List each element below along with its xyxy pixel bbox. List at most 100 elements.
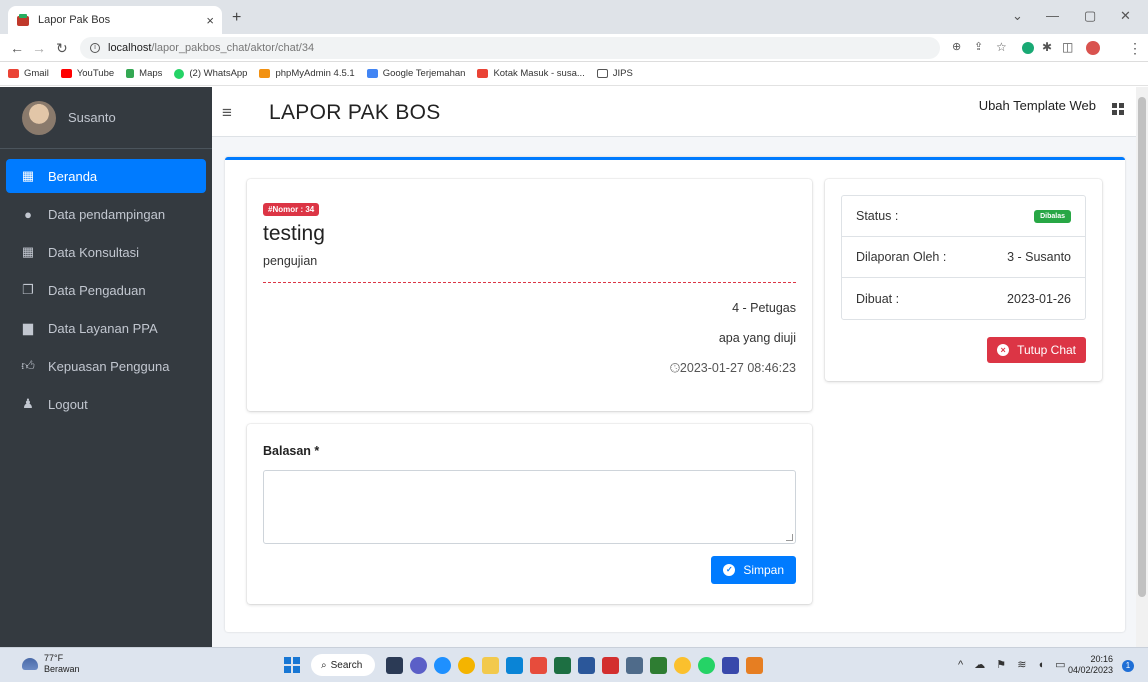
app-icon[interactable]	[674, 657, 691, 674]
puzzle-icon[interactable]: ✱	[1042, 40, 1052, 54]
tab-search-icon[interactable]: ⌄	[1012, 8, 1023, 24]
sidebar-item-label: Beranda	[48, 168, 98, 184]
profile-avatar-icon[interactable]	[1086, 41, 1100, 55]
whatsapp-icon[interactable]	[698, 657, 715, 674]
bookmark-label: (2) WhatsApp	[189, 68, 248, 79]
table-icon: ▦	[21, 168, 35, 183]
bookmark-label: Google Terjemahan	[382, 68, 466, 79]
bookmark-label: YouTube	[76, 68, 115, 79]
reply-author: 4 - Petugas	[732, 301, 796, 315]
youtube-icon	[60, 69, 72, 78]
side-panel-icon[interactable]: ◫	[1062, 40, 1073, 54]
menu-dots-icon[interactable]: ⋮	[1128, 40, 1142, 57]
new-tab-button[interactable]: +	[232, 9, 241, 27]
task-view-icon[interactable]	[386, 657, 403, 674]
reporter-value: 3 - Susanto	[1007, 250, 1071, 264]
taskbar-search[interactable]: ⌕ Search	[311, 654, 375, 676]
hamburger-menu-icon[interactable]: ≡	[222, 103, 232, 123]
excel-icon[interactable]	[554, 657, 571, 674]
created-value: 2023-01-26	[1007, 291, 1071, 306]
bookmark-star-icon[interactable]: ☆	[996, 40, 1007, 54]
check-circle-icon: ✓	[723, 564, 736, 576]
content-area: #Nomor : 34 testing pengujian 4 - Petuga…	[212, 137, 1136, 647]
bookmark-whatsapp[interactable]: (2) WhatsApp	[174, 68, 247, 79]
restore-icon[interactable]: ▢	[1084, 8, 1096, 24]
edge-icon[interactable]	[434, 657, 451, 674]
minimize-icon[interactable]: —	[1046, 8, 1059, 23]
info-list: Status : Dibalas Dilaporan Oleh : 3 - Su…	[841, 195, 1086, 320]
avatar	[22, 100, 56, 135]
bookmark-kotak-masuk[interactable]: Kotak Masuk - susa...	[477, 68, 585, 79]
copy-icon: ❐	[22, 282, 34, 297]
info-card: Status : Dibalas Dilaporan Oleh : 3 - Su…	[825, 179, 1102, 381]
close-window-icon[interactable]: ✕	[1120, 8, 1131, 24]
app-icon[interactable]	[530, 657, 547, 674]
extension-icon[interactable]	[1022, 42, 1034, 54]
maps-icon	[126, 69, 135, 78]
user-panel[interactable]: Susanto	[0, 87, 212, 149]
save-button[interactable]: ✓ Simpan	[711, 556, 796, 584]
sidebar-item-kepuasan-pengguna[interactable]: 👍︎ Kepuasan Pengguna	[6, 349, 206, 383]
zoom-icon[interactable]: ⊕	[952, 40, 961, 53]
circle-icon: ●	[24, 206, 32, 222]
status-badge: Dibalas	[1034, 209, 1071, 223]
browser-tab[interactable]: Lapor Pak Bos ×	[8, 6, 222, 34]
bookmark-maps[interactable]: Maps	[126, 68, 162, 79]
sidebar-item-logout[interactable]: ♟ Logout	[6, 387, 206, 421]
page-title: LAPOR PAK BOS	[269, 101, 441, 124]
phpmyadmin-icon	[259, 69, 271, 78]
sidebar-item-data-pendampingan[interactable]: ● Data pendampingan	[6, 197, 206, 231]
bookmark-phpmyadmin[interactable]: phpMyAdmin 4.5.1	[259, 68, 355, 79]
sidebar-item-beranda[interactable]: ▦ Beranda	[6, 159, 206, 193]
person-icon: ♟	[22, 396, 34, 411]
sidebar-item-label: Logout	[48, 396, 88, 412]
system-tray[interactable]: ^ ☁ ⚑ ≋ ◖ ▭	[958, 658, 1070, 671]
reply-time-text: 2023-01-27 08:46:23	[679, 361, 796, 375]
reporter-label: Dilaporan Oleh :	[856, 250, 947, 264]
sidebar-item-label: Kepuasan Pengguna	[48, 358, 170, 374]
save-button-label: Simpan	[743, 563, 784, 577]
sidebar-item-data-layanan-ppa[interactable]: ▆ Data Layanan PPA	[6, 311, 206, 345]
reply-textarea[interactable]	[263, 470, 796, 544]
grid-icon[interactable]	[1112, 103, 1124, 115]
acrobat-icon[interactable]	[602, 657, 619, 674]
chrome-icon[interactable]	[458, 657, 475, 674]
reply-text: apa yang diuji	[718, 331, 796, 345]
bookmark-youtube[interactable]: YouTube	[60, 68, 115, 79]
thumbs-up-icon: 👍︎	[21, 358, 35, 373]
xampp-icon[interactable]	[746, 657, 763, 674]
bookmark-jips[interactable]: JIPS	[596, 68, 633, 79]
sidebar-item-data-pengaduan[interactable]: ❐ Data Pengaduan	[6, 273, 206, 307]
close-chat-button[interactable]: × Tutup Chat	[987, 337, 1086, 363]
page-scrollbar[interactable]	[1136, 87, 1148, 647]
bookmark-label: Maps	[139, 68, 163, 79]
clock[interactable]: 20:16 04/02/2023	[1068, 654, 1113, 676]
reload-icon[interactable]: ↻	[56, 40, 68, 57]
url-bar[interactable]: i localhost/lapor_pakbos_chat/aktor/chat…	[80, 37, 940, 59]
app-icon[interactable]	[722, 657, 739, 674]
file-icon: ▆	[23, 320, 33, 335]
tab-close-icon[interactable]: ×	[206, 13, 214, 28]
app-icon[interactable]	[626, 657, 643, 674]
store-icon[interactable]	[506, 657, 523, 674]
app-icon[interactable]	[650, 657, 667, 674]
weather-widget[interactable]: 77°F Berawan	[22, 653, 80, 675]
forward-icon[interactable]: →	[32, 40, 46, 56]
share-icon[interactable]: ⇪	[974, 40, 983, 53]
file-explorer-icon[interactable]	[482, 657, 499, 674]
windows-start-icon[interactable]	[284, 657, 300, 673]
sidebar-item-data-konsultasi[interactable]: ▦ Data Konsultasi	[6, 235, 206, 269]
site-info-icon[interactable]: i	[90, 43, 100, 53]
scrollbar-thumb[interactable]	[1138, 97, 1146, 597]
notification-badge[interactable]: 1	[1122, 660, 1134, 672]
folder-icon	[596, 69, 608, 78]
gmail-icon	[477, 69, 489, 78]
chat-icon[interactable]	[410, 657, 427, 674]
back-icon[interactable]: ←	[10, 40, 24, 56]
ubah-template-link[interactable]: Ubah Template Web	[979, 98, 1096, 113]
word-icon[interactable]	[578, 657, 595, 674]
bookmark-google-translate[interactable]: Google Terjemahan	[366, 68, 466, 79]
sidebar: Susanto ▦ Beranda ● Data pendampingan ▦ …	[0, 87, 212, 647]
status-label: Status :	[856, 209, 899, 223]
bookmark-gmail[interactable]: Gmail	[8, 68, 49, 79]
